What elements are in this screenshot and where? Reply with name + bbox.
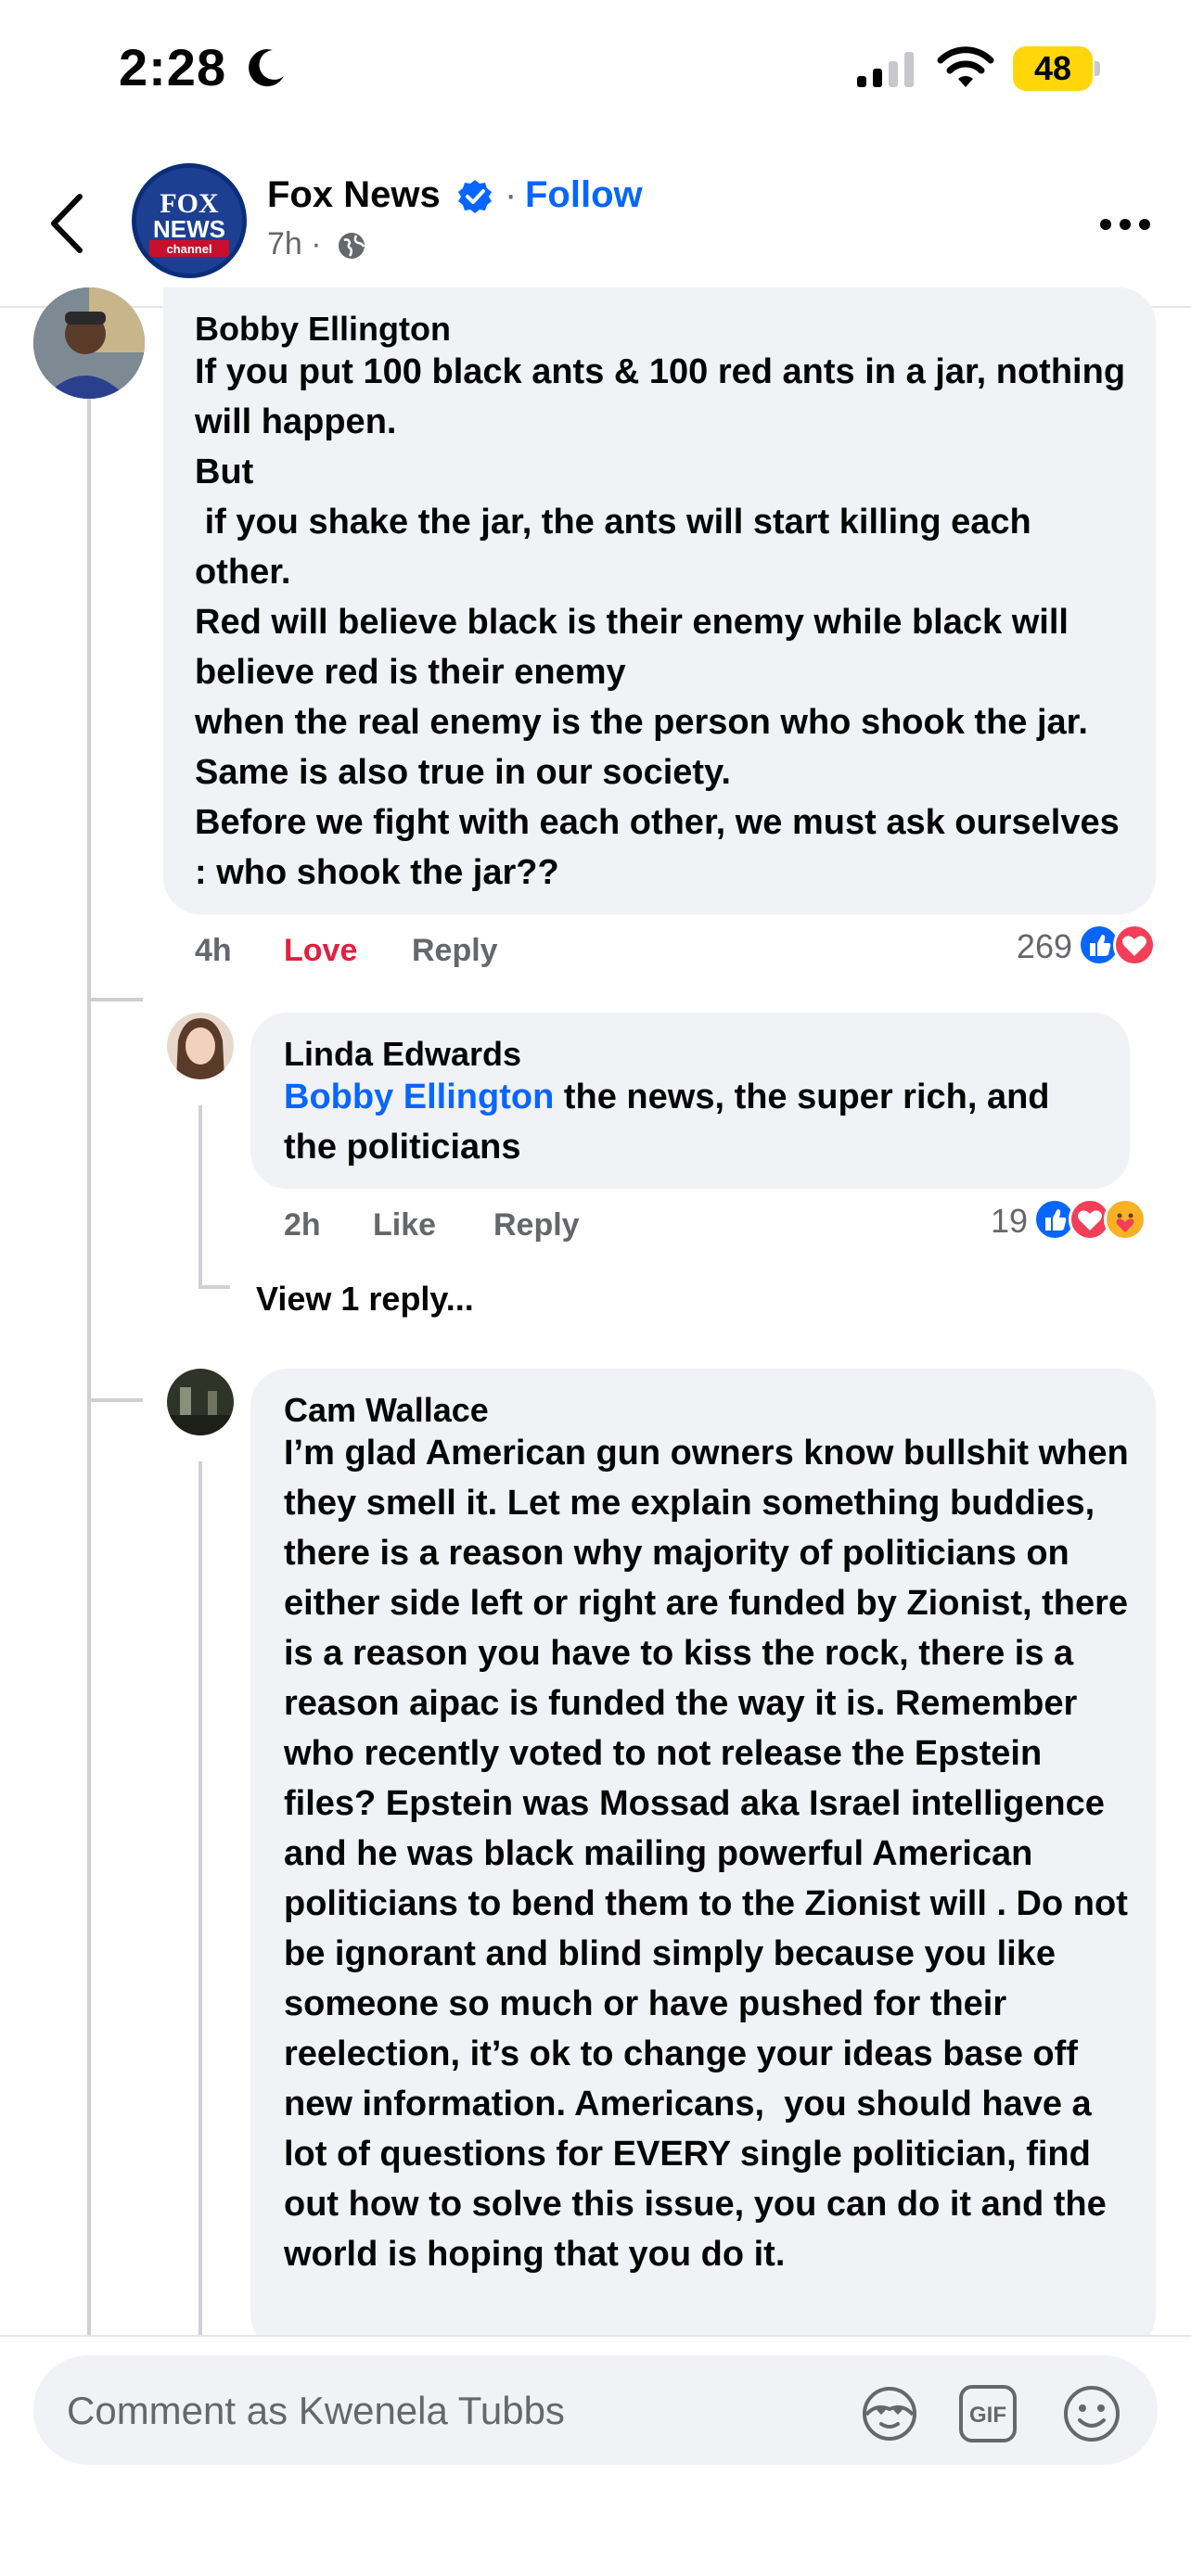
- moon-icon: [249, 49, 284, 87]
- thread-line-branch-2: [87, 1398, 143, 1402]
- back-arrow-icon[interactable]: [46, 191, 87, 256]
- comment-text: I’m glad American gun owners know bullsh…: [284, 1434, 1129, 2274]
- mention-link[interactable]: Bobby Ellington: [284, 1078, 554, 1116]
- page-avatar-fox-news[interactable]: FOX NEWS channel: [132, 163, 247, 278]
- follow-button[interactable]: Follow: [525, 174, 643, 216]
- avatar-sticker-icon[interactable]: [859, 2383, 920, 2444]
- status-time: 2:28: [119, 38, 227, 96]
- gif-label: GIF: [969, 2403, 1006, 2428]
- avatar-image: [167, 1013, 234, 1079]
- wifi-icon: [937, 46, 994, 87]
- thread-line-reply-1: [198, 1105, 202, 1287]
- comment-input-placeholder: Comment as Kwenela Tubbs: [67, 2389, 565, 2432]
- comment-author[interactable]: Cam Wallace: [284, 1391, 489, 1430]
- avatar-image: [167, 1369, 234, 1435]
- love-reaction-icon: [1113, 924, 1156, 966]
- status-bar: 2:28 48: [0, 0, 1191, 139]
- gif-icon[interactable]: GIF: [957, 2383, 1018, 2444]
- comment-author[interactable]: Linda Edwards: [284, 1035, 521, 1074]
- battery-tip: [1095, 61, 1100, 76]
- thread-line-branch-1: [87, 998, 143, 1001]
- logo-text-news: NEWS: [153, 215, 225, 243]
- more-options-icon[interactable]: [1096, 215, 1154, 234]
- comment-time: 2h: [284, 1207, 321, 1243]
- view-replies-link[interactable]: View 1 reply...: [256, 1280, 474, 1319]
- battery-level: 48: [1013, 46, 1093, 91]
- battery-indicator: 48: [1013, 46, 1102, 91]
- globe-icon: [339, 233, 365, 259]
- avatar-linda-edwards[interactable]: [167, 1013, 234, 1079]
- thread-line-reply-2: [198, 1461, 202, 2335]
- fox-news-logo-icon: FOX NEWS channel: [136, 168, 242, 274]
- reply-button[interactable]: Reply: [493, 1207, 580, 1243]
- avatar-bobby-ellington[interactable]: [33, 287, 145, 399]
- verified-badge-icon: [458, 180, 492, 213]
- comment-text: Bobby Ellington the news, the super rich…: [284, 1072, 1100, 1172]
- page-name[interactable]: Fox News: [267, 174, 441, 216]
- care-reaction-icon: [1104, 1198, 1146, 1241]
- thread-line-main: [87, 384, 91, 2335]
- comment-input[interactable]: Comment as Kwenela Tubbs GIF: [33, 2355, 1158, 2465]
- emoji-icon[interactable]: [1061, 2383, 1122, 2444]
- comment-composer-bar: Comment as Kwenela Tubbs GIF: [0, 2335, 1191, 2576]
- reaction-count[interactable]: 19: [928, 1202, 1028, 1241]
- reaction-count[interactable]: 269: [965, 927, 1072, 966]
- comment-author[interactable]: Bobby Ellington: [195, 310, 451, 349]
- comment-text: If you put 100 black ants & 100 red ants…: [195, 352, 1126, 892]
- comment-time: 4h: [195, 933, 232, 968]
- like-button[interactable]: Like: [373, 1207, 436, 1243]
- avatar-cam-wallace[interactable]: [167, 1369, 234, 1435]
- avatar-image: [33, 287, 145, 399]
- header-separator: ·: [505, 174, 518, 215]
- love-reaction-button[interactable]: Love: [284, 933, 357, 969]
- post-header: FOX NEWS channel Fox News · Follow 7h ·: [0, 139, 1191, 308]
- thread-line-reply-1-branch: [198, 1285, 230, 1289]
- post-timestamp: 7h ·: [267, 226, 322, 261]
- cellular-signal-icon: [857, 52, 914, 87]
- reply-button[interactable]: Reply: [412, 933, 498, 969]
- logo-text-channel: channel: [166, 242, 211, 256]
